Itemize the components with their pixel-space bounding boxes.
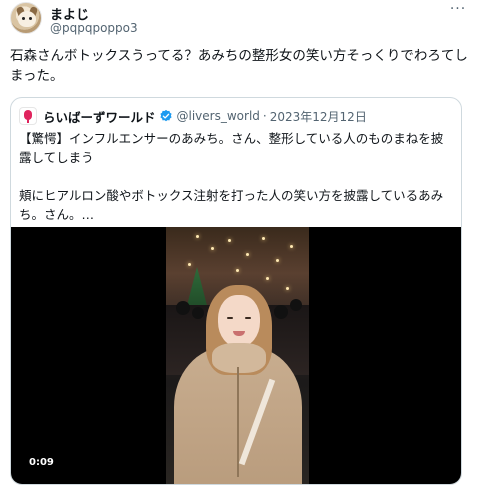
light-dot — [262, 237, 265, 240]
quoted-text-line2: 頬にヒアルロン酸やボトックス注射を打った人の笑い方を披露しているあみち。さん。… — [19, 188, 444, 222]
quoted-text-line1: 【驚愕】インフルエンサーのあみち。さん、整形している人のものまねを披露してしまう — [19, 131, 444, 165]
user-handle[interactable]: @pqpqpoppo3 — [50, 21, 138, 35]
light-dot — [211, 247, 214, 250]
crowd-head — [192, 307, 204, 319]
light-dot — [228, 239, 231, 242]
light-dot — [266, 277, 269, 280]
crowd-head — [274, 305, 288, 319]
light-dot — [188, 263, 191, 266]
video-timestamp: 0:09 — [25, 456, 58, 469]
dot-separator: · — [262, 109, 267, 123]
quoted-date[interactable]: 2023年12月12日 — [270, 108, 367, 125]
avatar-face — [18, 11, 36, 27]
quoted-avatar[interactable] — [19, 107, 37, 125]
person-eye-left — [227, 317, 233, 319]
verified-badge-icon — [159, 109, 172, 122]
person-eye-right — [245, 317, 251, 319]
quoted-tweet[interactable]: らいばーずワールド @livers_world · 2023年12月12日 【驚… — [10, 97, 462, 485]
person-collar — [212, 343, 266, 373]
light-dot — [236, 269, 239, 272]
light-dot — [196, 235, 199, 238]
person-face — [218, 295, 260, 347]
crowd-head — [176, 301, 190, 315]
quoted-handle[interactable]: @livers_world — [177, 109, 260, 123]
video-player[interactable]: 0:09 — [11, 227, 461, 484]
crowd-head — [290, 299, 302, 311]
video-frame — [166, 227, 309, 484]
quoted-display-name[interactable]: らいばーずワールド — [43, 107, 156, 126]
light-dot — [290, 245, 293, 248]
microphone-stand — [27, 119, 29, 123]
quoted-tweet-text: 【驚愕】インフルエンサーのあみち。さん、整形している人のものまねを披露してしまう… — [19, 129, 455, 224]
avatar-eye-right — [29, 17, 32, 20]
tweet-text: 石森さんボトックスうってる？あみちの整形女の笑い方そっくりでわろてしまった。 — [10, 48, 468, 84]
user-avatar[interactable] — [10, 2, 42, 34]
more-horizontal-icon[interactable]: ··· — [446, 0, 470, 18]
light-dot — [276, 259, 279, 262]
light-dot — [286, 287, 289, 290]
avatar-eye-left — [22, 17, 25, 20]
light-dot — [246, 253, 249, 256]
quoted-tweet-header: らいばーずワールド @livers_world · 2023年12月12日 — [19, 107, 367, 125]
tweet: まよじ @pqpqpoppo3 ··· 石森さんボトックスうってる？あみちの整形… — [0, 0, 478, 487]
